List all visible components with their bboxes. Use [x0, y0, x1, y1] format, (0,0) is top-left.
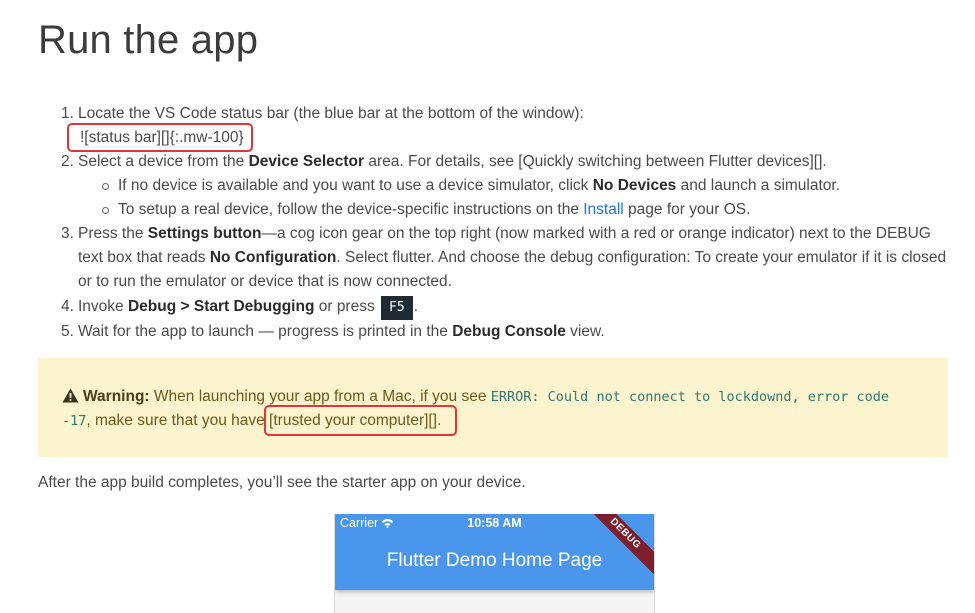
no-devices-term: No Devices	[592, 177, 677, 194]
f5-key: F5	[381, 296, 413, 320]
step-text: Locate the VS Code status bar (the blue …	[78, 105, 584, 122]
substep-text: and launch a simulator.	[676, 177, 841, 194]
error-code-number: -17	[62, 413, 87, 429]
step-text: Wait for the app to launch — progress is…	[78, 323, 453, 340]
phone-screenshot: Carrier 10:58 AM Flutter Demo Home Page …	[334, 514, 655, 613]
step-2: 2. Select a device from the Device Selec…	[61, 150, 958, 222]
after-build-text: After the app build completes, you’ll se…	[38, 474, 526, 491]
step-text: Press the	[78, 225, 148, 242]
page-title: Run the app	[38, 18, 259, 62]
step-number: 5.	[61, 323, 74, 340]
trusted-computer-highlight-box	[264, 405, 457, 436]
warning-title: Warning:	[83, 388, 150, 405]
step-number: 2.	[61, 153, 74, 170]
warning-text: When launching your app from a Mac, if y…	[149, 388, 491, 405]
warning-triangle-icon	[62, 387, 79, 403]
step-text: .	[413, 298, 418, 315]
device-selector-term: Device Selector	[248, 153, 365, 170]
step-text: view.	[565, 323, 605, 340]
warning-callout: Warning: When launching your app from a …	[38, 358, 948, 457]
step-number: 4.	[61, 298, 74, 315]
app-bar: Carrier 10:58 AM Flutter Demo Home Page …	[335, 514, 654, 590]
step-4: 4. Invoke Debug > Start Debugging or pre…	[61, 295, 958, 320]
status-bar-highlight-box	[67, 123, 253, 152]
step-5: 5. Wait for the app to launch — progress…	[61, 320, 958, 344]
substep-text: To setup a real device, follow the devic…	[118, 201, 584, 218]
step-3: 3. Press the Settings button—a cog icon …	[61, 222, 958, 294]
install-link[interactable]: Install	[583, 201, 624, 218]
step-text: Invoke	[78, 298, 128, 315]
step-number: 3.	[61, 225, 74, 242]
warning-text: , make sure that you have	[86, 412, 270, 429]
app-title: Flutter Demo Home Page	[386, 550, 603, 571]
start-debugging-term: Debug > Start Debugging	[127, 298, 315, 315]
substep-text: If no device is available and you want t…	[118, 177, 593, 194]
substep-no-devices: If no device is available and you want t…	[78, 174, 958, 198]
substep-real-device: To setup a real device, follow the devic…	[78, 198, 958, 222]
step-text: Select a device from the	[78, 153, 249, 170]
no-configuration-term: No Configuration	[209, 249, 337, 266]
error-code-text: ERROR: Could not connect to lockdownd, e…	[490, 389, 890, 405]
substep-text: page for your OS.	[623, 201, 751, 218]
settings-button-term: Settings button	[147, 225, 262, 242]
debug-console-term: Debug Console	[452, 323, 566, 340]
step-text: or press	[314, 298, 380, 315]
step-text: area. For details, see [Quickly switchin…	[364, 153, 827, 170]
